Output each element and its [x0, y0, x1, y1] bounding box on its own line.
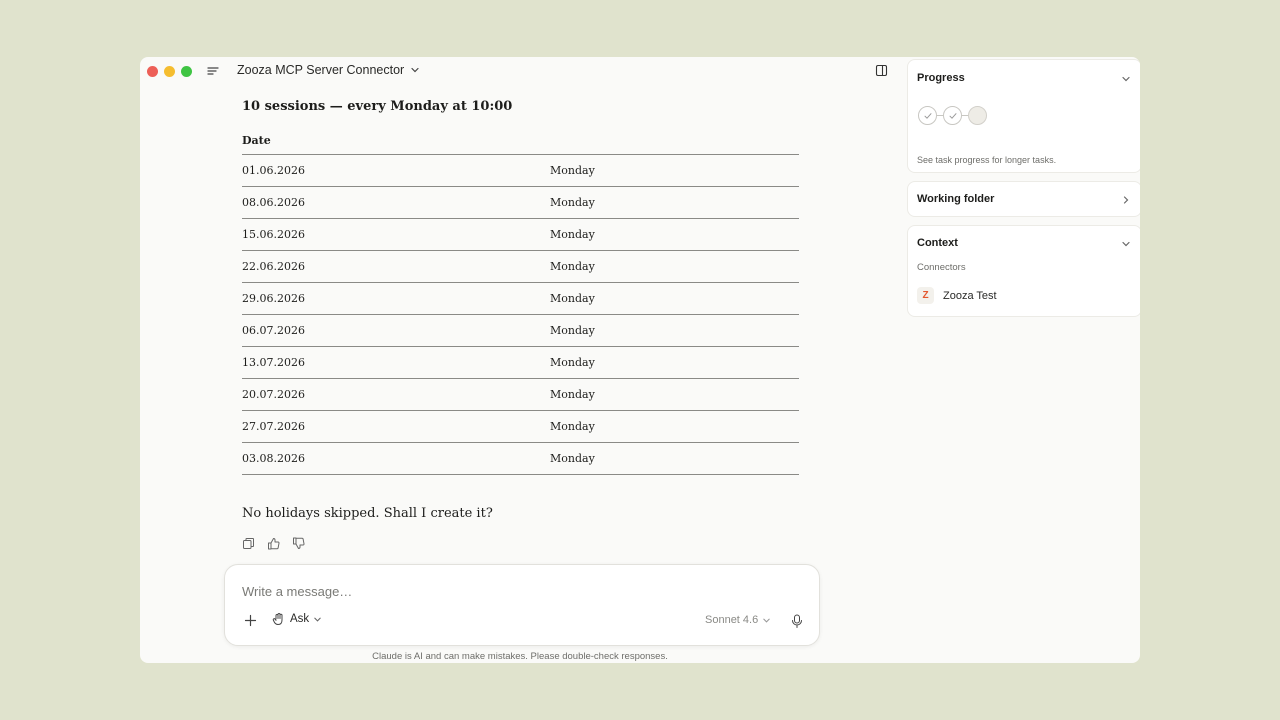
- date-cell: 15.06.2026: [242, 218, 550, 251]
- message-actions: [242, 537, 305, 550]
- day-cell: Monday: [550, 346, 799, 379]
- hand-icon: [272, 613, 283, 625]
- day-cell: Monday: [550, 282, 799, 315]
- date-cell: 01.06.2026: [242, 154, 550, 187]
- conversation-title: Zooza MCP Server Connector: [237, 63, 405, 77]
- date-cell: 06.07.2026: [242, 314, 550, 347]
- day-cell: Monday: [550, 186, 799, 219]
- context-title: Context: [917, 237, 958, 249]
- microphone-icon[interactable]: [791, 614, 803, 628]
- table-row: 29.06.2026 Monday: [242, 282, 799, 315]
- column-header-blank: [550, 127, 799, 155]
- table-row: 27.07.2026 Monday: [242, 410, 799, 443]
- date-cell: 29.06.2026: [242, 282, 550, 315]
- conversation-title-dropdown[interactable]: Zooza MCP Server Connector: [237, 63, 420, 77]
- connectors-label: Connectors: [917, 262, 966, 273]
- table-row: 01.06.2026 Monday: [242, 154, 799, 187]
- title-bar: Zooza MCP Server Connector: [140, 57, 900, 85]
- zooza-logo-icon: Z: [917, 287, 934, 304]
- day-cell: Monday: [550, 410, 799, 443]
- chevron-down-icon: [763, 618, 770, 623]
- thumbs-up-icon[interactable]: [267, 537, 280, 550]
- date-cell: 20.07.2026: [242, 378, 550, 411]
- context-card: Context Connectors Z Zooza Test: [907, 225, 1140, 317]
- table-row: 06.07.2026 Monday: [242, 314, 799, 347]
- connector-item[interactable]: Z Zooza Test: [917, 287, 997, 304]
- chevron-right-icon: [1123, 196, 1129, 204]
- message-input[interactable]: [240, 580, 784, 602]
- connector-name: Zooza Test: [943, 289, 997, 302]
- table-row: 13.07.2026 Monday: [242, 346, 799, 379]
- chevron-down-icon: [411, 67, 419, 73]
- message-heading: 10 sessions — every Monday at 10:00: [242, 99, 513, 114]
- chevron-down-icon[interactable]: [1121, 74, 1131, 84]
- date-cell: 13.07.2026: [242, 346, 550, 379]
- maximize-window-button[interactable]: [181, 66, 192, 77]
- date-cell: 22.06.2026: [242, 250, 550, 283]
- copy-icon[interactable]: [242, 537, 255, 550]
- thumbs-down-icon[interactable]: [292, 537, 305, 550]
- sidebar-toggle-icon[interactable]: [875, 64, 888, 77]
- message-composer: Ask Sonnet 4.6: [224, 564, 820, 646]
- mode-selector[interactable]: Ask: [272, 612, 322, 626]
- date-cell: 08.06.2026: [242, 186, 550, 219]
- table-row: 22.06.2026 Monday: [242, 250, 799, 283]
- progress-card: Progress See task progress for longer ta…: [907, 59, 1140, 173]
- day-cell: Monday: [550, 314, 799, 347]
- close-window-button[interactable]: [147, 66, 158, 77]
- step-done-icon: [943, 106, 962, 125]
- progress-steps: [918, 106, 987, 125]
- step-done-icon: [918, 106, 937, 125]
- working-folder-card[interactable]: Working folder: [907, 181, 1140, 217]
- followup-question: No holidays skipped. Shall I create it?: [242, 506, 493, 521]
- table-row: 20.07.2026 Monday: [242, 378, 799, 411]
- assistant-message: 10 sessions — every Monday at 10:00 Date…: [242, 97, 802, 475]
- session-table: Date 01.06.2026 Monday 08.06.2026 Monday 1…: [242, 127, 799, 475]
- progress-hint: See task progress for longer tasks.: [917, 155, 1057, 165]
- menu-icon[interactable]: [207, 65, 219, 77]
- table-header-row: Date: [242, 127, 799, 155]
- column-header-date: Date: [242, 127, 550, 155]
- progress-title: Progress: [917, 72, 965, 84]
- minimize-window-button[interactable]: [164, 66, 175, 77]
- table-row: 15.06.2026 Monday: [242, 218, 799, 251]
- app-window: Zooza MCP Server Connector 10 sessions —…: [140, 57, 1140, 663]
- day-cell: Monday: [550, 154, 799, 187]
- day-cell: Monday: [550, 442, 799, 475]
- table-row: 03.08.2026 Monday: [242, 442, 799, 475]
- date-cell: 27.07.2026: [242, 410, 550, 443]
- day-cell: Monday: [550, 378, 799, 411]
- step-pending-icon: [968, 106, 987, 125]
- model-label: Sonnet 4.6: [705, 614, 759, 626]
- working-folder-title: Working folder: [917, 193, 995, 205]
- disclaimer-text: Claude is AI and can make mistakes. Plea…: [372, 651, 668, 662]
- chevron-down-icon: [314, 617, 321, 622]
- day-cell: Monday: [550, 250, 799, 283]
- mode-label: Ask: [290, 613, 310, 625]
- date-cell: 03.08.2026: [242, 442, 550, 475]
- table-row: 08.06.2026 Monday: [242, 186, 799, 219]
- chevron-down-icon[interactable]: [1121, 239, 1131, 249]
- plus-icon[interactable]: [244, 614, 257, 627]
- model-selector[interactable]: Sonnet 4.6: [705, 614, 771, 626]
- day-cell: Monday: [550, 218, 799, 251]
